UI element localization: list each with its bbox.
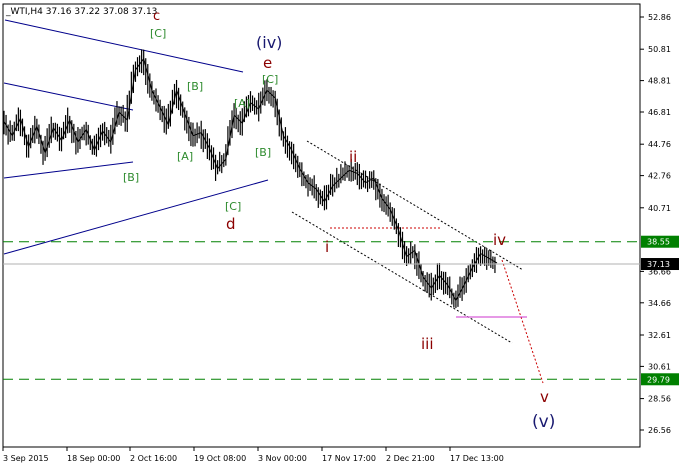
wave-label: iii [421,335,434,353]
price-tick-label: 50.81 [648,45,671,54]
time-tick-label: 2 Oct 16:00 [130,454,177,463]
wave-label: i [325,238,329,256]
wave-label: (v) [532,412,555,432]
time-tick-label: 18 Sep 00:00 [67,454,120,463]
price-tick-label: 52.86 [648,13,671,22]
wave-label: v [540,388,549,406]
wave-label: c [153,9,160,24]
price-tick-label: 40.71 [648,204,671,213]
price-tick-label: 30.61 [648,362,671,371]
wave-label: iv [493,231,506,249]
time-tick-label: 2 Dec 21:00 [386,454,435,463]
wave-label: [C] [225,200,241,213]
price-tick-label: 42.76 [648,172,671,181]
wave-label: [C] [262,73,278,86]
level-price-label: 38.55 [647,238,670,247]
current-price-label: 37.13 [647,260,670,269]
chart-background [0,0,682,469]
wave-label: [A] [234,97,250,110]
wave-label: [B] [123,171,139,184]
price-tick-label: 26.56 [648,426,671,435]
price-tick-label: 48.81 [648,77,671,86]
time-tick-label: 3 Nov 00:00 [258,454,307,463]
wave-label: d [226,215,236,233]
price-tick-label: 46.81 [648,108,671,117]
time-tick-label: 3 Sep 2015 [3,454,49,463]
wave-label: e [263,54,272,72]
wave-label: [B] [255,146,271,159]
symbol-header: _WTI,H4 37.16 37.22 37.08 37.13 [5,7,157,17]
time-tick-label: 17 Nov 17:00 [322,454,376,463]
price-tick-label: 28.56 [648,395,671,404]
price-tick-label: 32.61 [648,331,671,340]
wave-label: [B] [187,80,203,93]
wave-label: [C] [150,27,166,40]
wave-label: (iv) [256,33,282,52]
price-tick-label: 44.76 [648,140,671,149]
wave-label: [A] [177,150,193,163]
time-tick-label: 19 Oct 08:00 [194,454,246,463]
price-chart: _WTI,H4 37.16 37.22 37.08 37.13 52.86 50.… [0,0,682,469]
price-tick-label: 34.66 [648,299,671,308]
chart-root: _WTI,H4 37.16 37.22 37.08 37.13 52.86 50.… [0,0,682,469]
time-tick-label: 17 Dec 13:00 [450,454,504,463]
wave-label: ii [349,148,357,166]
level-price-label: 29.79 [647,375,670,384]
